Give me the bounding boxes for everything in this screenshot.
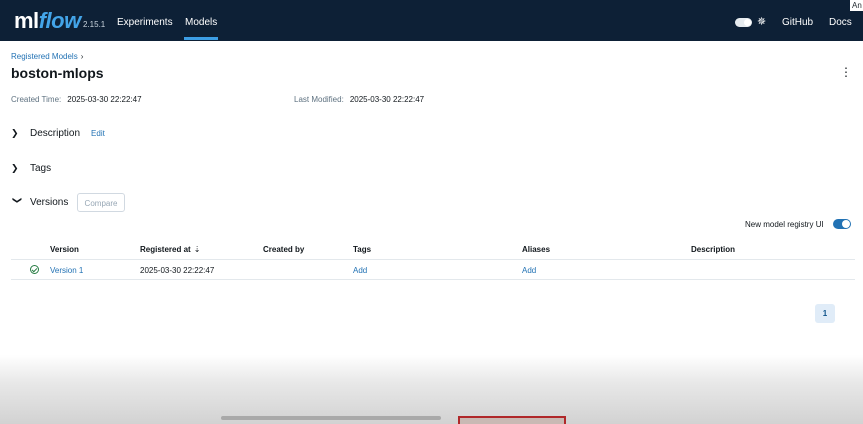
- nav-models[interactable]: Models: [185, 17, 217, 28]
- table-row-divider: [11, 279, 855, 280]
- registered-at-value: 2025-03-30 22:22:47: [140, 266, 215, 275]
- description-section-header[interactable]: ❯ Description Edit: [11, 128, 105, 139]
- mlflow-logo[interactable]: mlflow: [14, 8, 81, 34]
- add-tag-link[interactable]: Add: [353, 266, 367, 275]
- last-modified: Last Modified: 2025-03-30 22:22:47: [294, 95, 424, 104]
- page-title: boston-mlops: [11, 65, 104, 81]
- created-time-label: Created Time:: [11, 95, 62, 104]
- version-label: 2.15.1: [83, 20, 106, 29]
- created-time: Created Time: 2025-03-30 22:22:47: [11, 95, 142, 104]
- edit-description-link[interactable]: Edit: [91, 129, 105, 138]
- logo-flow-text: flow: [38, 8, 82, 33]
- column-header-version: Version: [50, 245, 79, 254]
- column-header-description: Description: [691, 245, 736, 254]
- column-header-registered-at-label: Registered at: [140, 245, 191, 254]
- breadcrumb: Registered Models ›: [11, 52, 83, 61]
- tags-label: Tags: [30, 163, 52, 174]
- user-label: An: [850, 0, 863, 11]
- nav-github-link[interactable]: GitHub: [782, 17, 813, 28]
- nav-active-indicator: [184, 37, 218, 40]
- new-registry-ui-label: New model registry UI: [745, 220, 824, 229]
- more-options-icon[interactable]: ⋮: [840, 66, 852, 78]
- chevron-right-icon: ❯: [11, 163, 19, 173]
- table-header-divider: [11, 259, 855, 260]
- column-header-aliases: Aliases: [522, 245, 551, 254]
- tags-section-header[interactable]: ❯ Tags: [11, 163, 51, 174]
- versions-label: Versions: [30, 197, 69, 208]
- compare-button[interactable]: Compare: [77, 193, 125, 212]
- sort-descending-icon: ⇣: [193, 245, 201, 254]
- horizontal-scrollbar[interactable]: [221, 416, 441, 420]
- chevron-right-icon: ❯: [11, 128, 19, 138]
- pagination-page-1[interactable]: 1: [815, 304, 835, 323]
- version-link[interactable]: Version 1: [50, 266, 83, 275]
- breadcrumb-registered-models[interactable]: Registered Models: [11, 52, 78, 61]
- column-header-registered-at[interactable]: Registered at ⇣: [140, 245, 200, 254]
- bottom-red-element: [458, 416, 566, 424]
- last-modified-label: Last Modified:: [294, 95, 344, 104]
- nav-experiments[interactable]: Experiments: [117, 17, 173, 28]
- bottom-overlay: [0, 355, 863, 424]
- column-header-created-by: Created by: [263, 245, 305, 254]
- chevron-down-icon: ❯: [12, 196, 23, 205]
- top-nav-bar: mlflow 2.15.1 Experiments Models ✵ GitHu…: [0, 0, 863, 41]
- chevron-right-icon: ›: [80, 52, 84, 61]
- created-time-value: 2025-03-30 22:22:47: [67, 95, 142, 104]
- new-registry-ui-toggle[interactable]: [833, 219, 851, 229]
- sun-icon: ✵: [757, 16, 767, 28]
- logo-ml-text: ml: [14, 8, 39, 33]
- add-alias-link[interactable]: Add: [522, 266, 536, 275]
- check-circle-icon: [30, 265, 39, 274]
- versions-section-header[interactable]: ❯ Versions: [11, 196, 69, 209]
- description-label: Description: [30, 128, 81, 139]
- theme-toggle[interactable]: [735, 18, 752, 27]
- column-header-tags: Tags: [353, 245, 372, 254]
- last-modified-value: 2025-03-30 22:22:47: [349, 95, 425, 104]
- nav-docs-link[interactable]: Docs: [829, 17, 852, 28]
